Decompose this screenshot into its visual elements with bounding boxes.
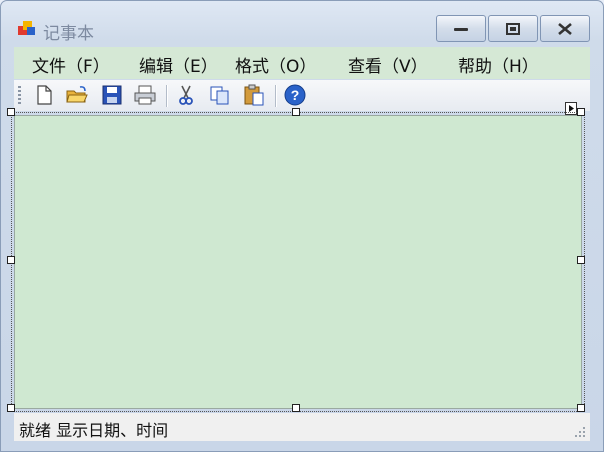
maximize-button[interactable] <box>488 15 538 42</box>
minimize-button[interactable] <box>436 15 486 42</box>
save-icon[interactable] <box>100 83 124 107</box>
resize-handle-right[interactable] <box>577 256 585 264</box>
menu-help[interactable]: 帮助（H） <box>458 52 539 77</box>
text-editor-area[interactable] <box>11 112 585 412</box>
new-file-icon[interactable] <box>32 83 56 107</box>
toolbar-separator <box>166 85 168 107</box>
help-icon[interactable]: ? <box>283 83 307 107</box>
minimize-icon <box>454 27 468 31</box>
maximize-icon <box>506 22 520 35</box>
copy-icon[interactable] <box>208 83 232 107</box>
status-bar: 就绪 显示日期、时间 <box>14 413 590 441</box>
paste-icon[interactable] <box>242 83 266 107</box>
resize-handle-top-left[interactable] <box>7 108 15 116</box>
size-grip-icon[interactable] <box>574 426 586 438</box>
window-title: 记事本 <box>43 24 94 44</box>
close-icon <box>558 22 572 35</box>
menu-format[interactable]: 格式（O） <box>235 52 316 77</box>
print-icon[interactable] <box>133 83 157 107</box>
resize-handle-bottom[interactable] <box>292 404 300 412</box>
menu-edit[interactable]: 编辑（E） <box>139 52 218 77</box>
toolbar-separator <box>275 85 277 107</box>
notepad-window: 记事本 文件（F） 编辑（E） 格式（O） 查看（V） 帮助（H） ? 就绪 显… <box>0 0 604 452</box>
resize-handle-left[interactable] <box>7 256 15 264</box>
cut-icon[interactable] <box>174 83 198 107</box>
open-folder-icon[interactable] <box>65 83 89 107</box>
close-button[interactable] <box>540 15 590 42</box>
resize-handle-bottom-right[interactable] <box>577 404 585 412</box>
resize-handle-top[interactable] <box>292 108 300 116</box>
toolbar-overflow-button[interactable] <box>565 102 577 115</box>
menu-view[interactable]: 查看（V） <box>348 52 428 77</box>
resize-handle-top-right[interactable] <box>577 108 585 116</box>
resize-handle-bottom-left[interactable] <box>7 404 15 412</box>
chevron-right-icon <box>569 105 574 112</box>
menu-file[interactable]: 文件（F） <box>32 52 110 77</box>
menu-bar: 文件（F） 编辑（E） 格式（O） 查看（V） 帮助（H） <box>14 47 590 79</box>
status-text: 就绪 显示日期、时间 <box>19 421 169 440</box>
title-bar[interactable]: 记事本 <box>1 1 603 45</box>
toolbar: ? <box>14 80 590 111</box>
svg-text:?: ? <box>291 87 300 103</box>
app-icon <box>18 21 35 35</box>
toolbar-grip[interactable] <box>18 86 21 106</box>
